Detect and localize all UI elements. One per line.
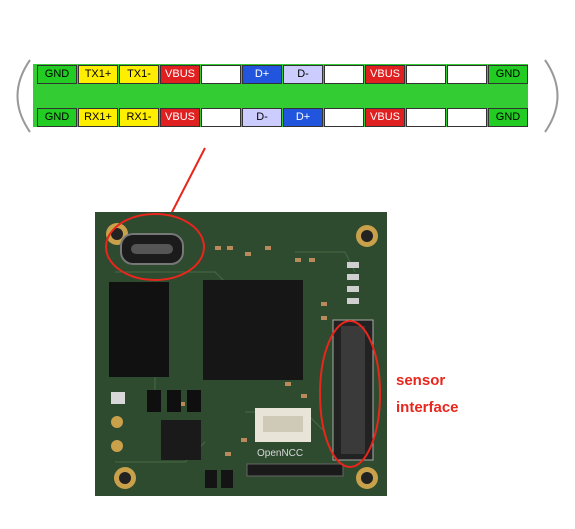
sensor-interface-highlight (319, 320, 381, 468)
usb-port-highlight (105, 213, 205, 281)
highlight-layer (105, 213, 381, 468)
annotation-line-2: interface (396, 399, 459, 416)
annotation-line-1: sensor (396, 372, 446, 389)
